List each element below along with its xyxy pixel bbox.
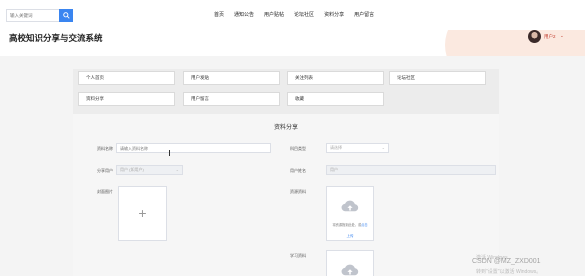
- menu-follow-list[interactable]: 关注列表: [287, 71, 384, 85]
- file-label: 资源资料: [290, 189, 306, 194]
- upload-click-link[interactable]: 点击: [361, 223, 367, 227]
- study-file-upload-dropzone[interactable]: [326, 250, 374, 276]
- page-title: 资料分享: [273, 125, 298, 131]
- name-label: 资料名称: [97, 146, 113, 151]
- nav-item-home[interactable]: 首页: [214, 11, 224, 18]
- upload-link[interactable]: 上传: [327, 234, 373, 239]
- share-user-value: 用户 (如用户): [120, 167, 144, 172]
- plus-icon: +: [138, 204, 147, 221]
- menu-resource-share[interactable]: 资料分享: [78, 92, 175, 106]
- nav-item-notice[interactable]: 通知公告: [234, 11, 254, 18]
- nav-item-user-messages[interactable]: 用户留言: [354, 11, 374, 18]
- menu-personal-home[interactable]: 个人首页: [78, 71, 175, 85]
- menu-forum[interactable]: 论坛社区: [389, 71, 486, 85]
- share-user-label: 分享用户: [97, 168, 113, 173]
- main-nav: 首页 通知公告 用户贴帖 论坛社区 资料分享 用户留言: [214, 11, 384, 18]
- avatar[interactable]: [528, 30, 541, 43]
- user-name-field: 用户: [326, 165, 496, 175]
- chevron-down-icon[interactable]: ⌄: [560, 33, 564, 39]
- search-button[interactable]: [59, 9, 73, 22]
- chevron-down-icon: ⌄: [175, 167, 179, 172]
- site-title: 高校知识分享与交流系统: [9, 33, 103, 43]
- windows-activation-hint: 转到"设置"以激活 Windows。: [476, 269, 542, 275]
- chevron-down-icon: ⌄: [381, 145, 385, 150]
- user-name[interactable]: 用户2: [544, 34, 556, 40]
- cover-upload[interactable]: +: [118, 186, 167, 241]
- study-file-label: 学习资料: [290, 253, 306, 258]
- csdn-watermark: CSDN @MZ_ZXD001: [472, 258, 541, 265]
- upload-tip: 将资源拖到此处，或点击: [332, 223, 368, 227]
- cover-label: 封面图片: [97, 189, 113, 194]
- menu-user-messages[interactable]: 用户留言: [183, 92, 280, 106]
- nav-item-user-posts[interactable]: 用户贴帖: [264, 11, 284, 18]
- top-bar: 首页 通知公告 用户贴帖 论坛社区 资料分享 用户留言: [0, 0, 585, 30]
- share-user-select: 用户 (如用户) ⌄: [116, 165, 183, 175]
- search-icon: [62, 12, 70, 19]
- subject-type-placeholder: 请选择: [330, 145, 342, 150]
- cloud-upload-icon: [341, 264, 359, 276]
- user-name-label: 用户姓名: [290, 168, 306, 173]
- menu-user-post[interactable]: 用户发贴: [183, 71, 280, 85]
- cloud-upload-icon: [341, 200, 359, 212]
- file-upload-dropzone[interactable]: 将资源拖到此处，或点击 上传: [326, 186, 374, 241]
- nav-item-forum[interactable]: 论坛社区: [294, 11, 314, 18]
- type-label: 科目类型: [290, 146, 306, 151]
- user-menu-panel: 个人首页 用户发贴 关注列表 论坛社区 资料分享 用户留言 收藏: [73, 69, 499, 114]
- nav-item-resource-share[interactable]: 资料分享: [324, 11, 344, 18]
- resource-name-input[interactable]: [116, 143, 271, 153]
- subject-type-select[interactable]: 请选择 ⌄: [326, 143, 389, 153]
- site-header: 高校知识分享与交流系统 用户2 ⌄: [0, 30, 585, 56]
- text-cursor-icon: [169, 150, 170, 156]
- search-input[interactable]: [6, 9, 59, 22]
- menu-favorites[interactable]: 收藏: [287, 92, 384, 106]
